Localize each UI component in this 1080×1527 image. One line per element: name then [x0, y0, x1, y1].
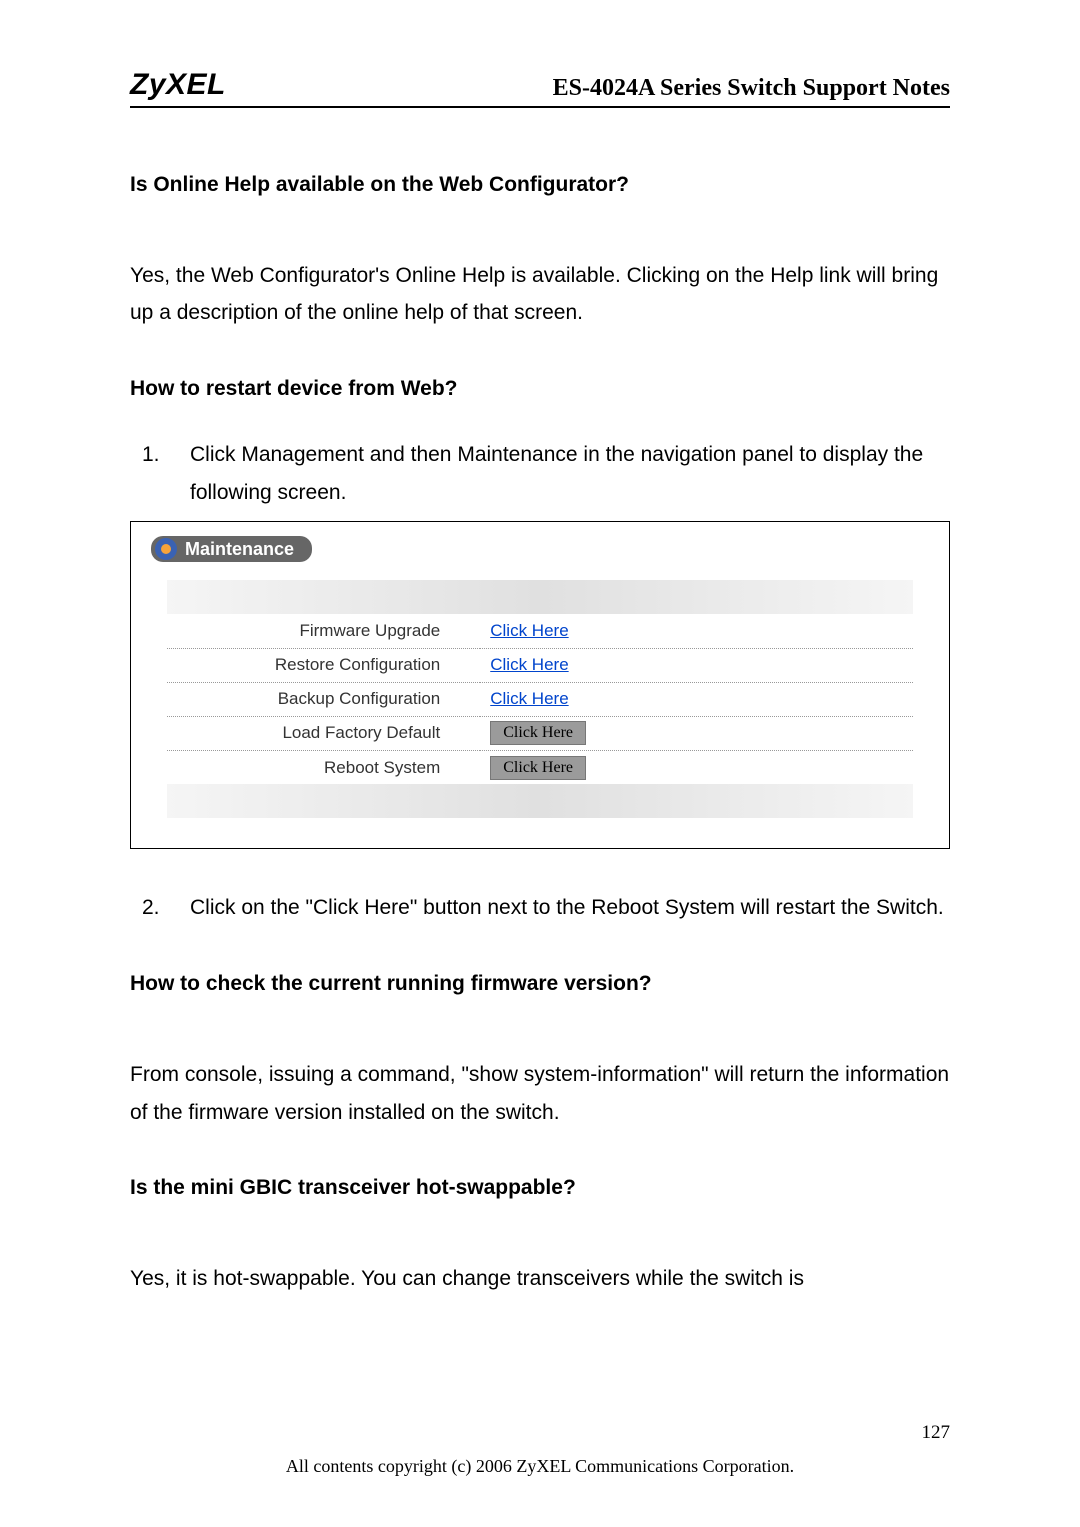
maintenance-table: Firmware Upgrade Click Here Restore Conf… [167, 580, 914, 818]
answer-firmware-version: From console, issuing a command, "show s… [130, 1056, 950, 1132]
row-label: Reboot System [167, 750, 481, 784]
question-hot-swap: Is the mini GBIC transceiver hot-swappab… [130, 1171, 950, 1205]
firmware-upgrade-link[interactable]: Click Here [490, 621, 568, 640]
row-label: Backup Configuration [167, 682, 481, 716]
step-text: Click Management and then Maintenance in… [190, 436, 950, 512]
reboot-system-button[interactable]: Click Here [490, 756, 586, 780]
maintenance-screenshot: Maintenance Firmware Upgrade Click Here … [130, 521, 950, 849]
answer-hot-swap: Yes, it is hot-swappable. You can change… [130, 1260, 950, 1298]
table-row: Reboot System Click Here [167, 750, 914, 784]
step-2: 2. Click on the "Click Here" button next… [130, 889, 950, 927]
table-row: Firmware Upgrade Click Here [167, 614, 914, 648]
load-factory-default-button[interactable]: Click Here [490, 721, 586, 745]
copyright-text: All contents copyright (c) 2006 ZyXEL Co… [130, 1456, 950, 1477]
row-label: Restore Configuration [167, 648, 481, 682]
row-label: Firmware Upgrade [167, 614, 481, 648]
step-number: 2. [130, 889, 190, 927]
answer-online-help: Yes, the Web Configurator's Online Help … [130, 257, 950, 333]
page-header: ZyXEL ES-4024A Series Switch Support Not… [130, 68, 950, 108]
step-number: 1. [130, 436, 190, 512]
backup-config-link[interactable]: Click Here [490, 689, 568, 708]
maintenance-panel-header: Maintenance [151, 536, 312, 562]
table-gradient-bottom [167, 784, 914, 818]
maintenance-title: Maintenance [185, 539, 294, 560]
table-row: Load Factory Default Click Here [167, 716, 914, 750]
table-row: Backup Configuration Click Here [167, 682, 914, 716]
table-gradient-top [167, 580, 914, 614]
step-1: 1. Click Management and then Maintenance… [130, 436, 950, 512]
header-bullet-icon [155, 538, 177, 560]
question-restart: How to restart device from Web? [130, 372, 950, 406]
row-label: Load Factory Default [167, 716, 481, 750]
page-footer: 127 All contents copyright (c) 2006 ZyXE… [130, 1422, 950, 1477]
table-row: Restore Configuration Click Here [167, 648, 914, 682]
restore-config-link[interactable]: Click Here [490, 655, 568, 674]
question-online-help: Is Online Help available on the Web Conf… [130, 168, 950, 202]
document-title: ES-4024A Series Switch Support Notes [553, 75, 950, 102]
question-firmware-version: How to check the current running firmwar… [130, 967, 950, 1001]
page-number: 127 [130, 1422, 950, 1444]
step-text: Click on the "Click Here" button next to… [190, 889, 950, 927]
logo: ZyXEL [130, 68, 226, 102]
